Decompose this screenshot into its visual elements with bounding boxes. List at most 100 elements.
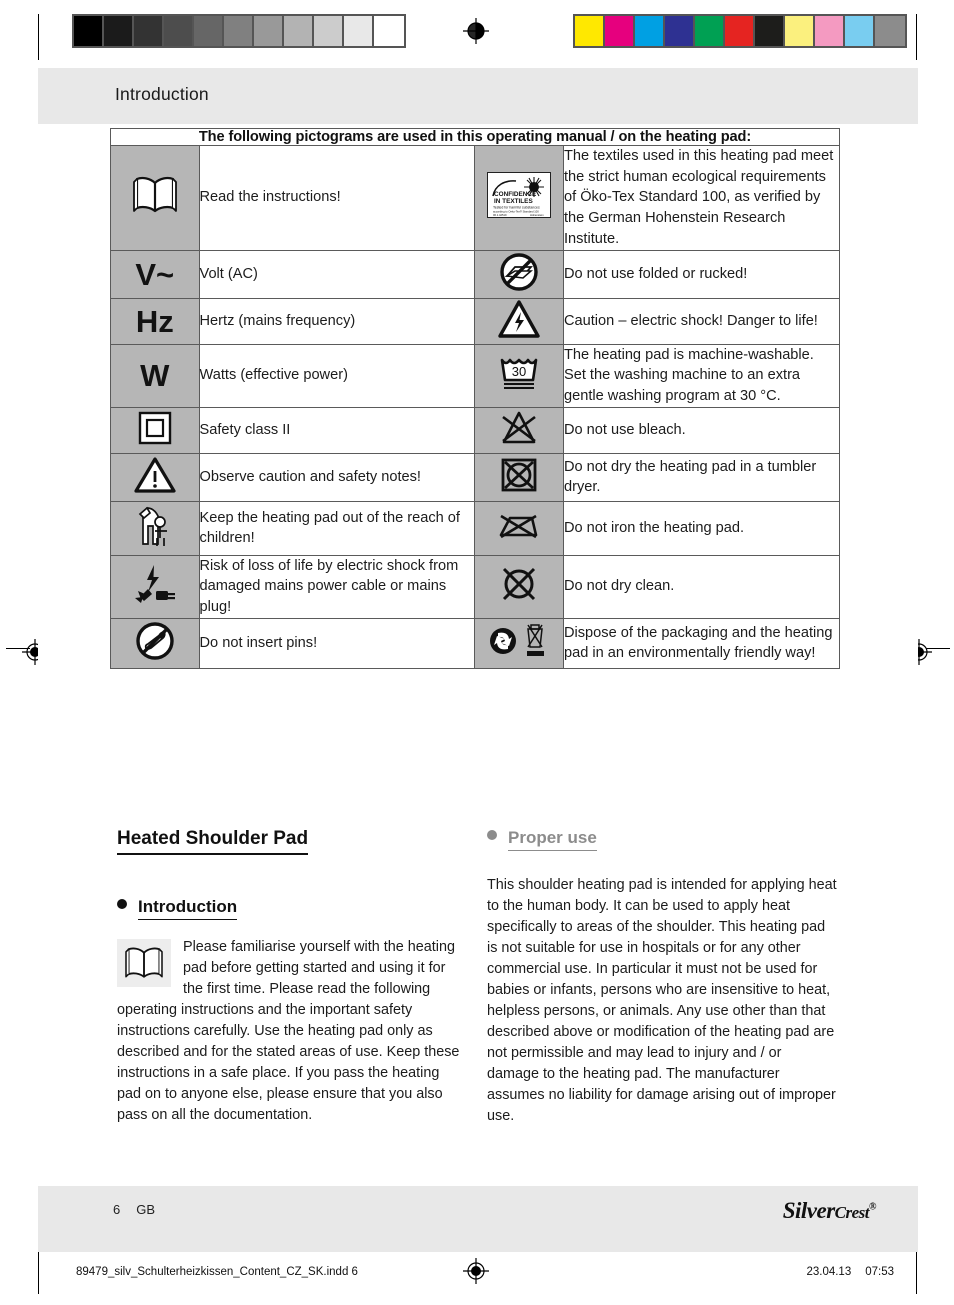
calibration-swatch-8 [815,16,845,46]
pictogram-text: Keep the heating pad out of the reach of… [198,500,476,556]
calibration-swatch-10 [374,16,404,46]
table-row: Risk of loss of life by electric shock f… [110,554,841,619]
hertz-symbol: Hz [110,297,200,345]
print-timestamp: 23.04.13 07:53 [792,1266,894,1278]
calibration-swatch-0 [74,16,104,46]
green-dot-and-weee-bin-icon [474,617,564,669]
pictogram-text: Watts (effective power) [198,343,476,408]
svg-text:CONFIDENCE: CONFIDENCE [494,191,537,198]
pictogram-text: Do not insert pins! [198,617,476,669]
pictogram-text: The textiles used in this heating pad me… [562,145,841,251]
print-time-value: 07:53 [865,1266,894,1278]
open-book-icon [110,145,200,251]
pictogram-text: Do not use bleach. [562,406,841,454]
pictogram-table: The following pictograms are used in thi… [110,128,841,669]
pictogram-text: Do not dry the heating pad in a tumbler … [562,452,841,502]
registration-mark-top [463,18,489,44]
pictogram-table-caption: The following pictograms are used in thi… [110,128,840,146]
introduction-heading-row: Introduction [117,897,467,920]
pictogram-text: Observe caution and safety notes! [198,452,476,502]
calibration-swatch-8 [314,16,344,46]
proper-use-body-text: This shoulder heating pad is intended fo… [487,877,837,1125]
right-text-column: Proper use This shoulder heating pad is … [487,828,837,1127]
watts-symbol-text: W [140,358,170,394]
calibration-swatch-2 [635,16,665,46]
table-row: Observe caution and safety notes! Do not… [110,452,841,502]
calibration-swatch-1 [104,16,134,46]
electric-shock-warning-icon [474,297,564,345]
table-row: Keep the heating pad out of the reach of… [110,500,841,556]
watts-symbol: W [110,343,200,408]
registration-mark-bottom [463,1258,489,1284]
calibration-swatch-2 [134,16,164,46]
trim-mark-bottom-right [916,1248,917,1294]
introduction-heading: Introduction [138,897,238,920]
pictogram-text: Do not use folded or rucked! [562,249,841,299]
print-date-value: 23.04.13 [806,1266,852,1278]
do-not-use-folded-icon [474,249,564,299]
introduction-body-wrapper: Please familiarise yourself with the hea… [117,937,467,1126]
trim-mark-top-right [916,14,917,60]
table-row: Hz Hertz (mains frequency) Caution – ele… [110,297,841,345]
footer-page-info: 6 GB [113,1202,155,1217]
pictogram-text: Caution – electric shock! Danger to life… [562,297,841,345]
trim-mark-mid-left [6,648,30,649]
pictogram-text: Volt (AC) [198,249,476,299]
wash-temperature-label: 30 [512,364,526,379]
do-not-iron-icon [474,500,564,556]
calibration-swatch-9 [344,16,374,46]
pictogram-text: Hertz (mains frequency) [198,297,476,345]
table-row: Do not insert pins! Dispose of the packa… [110,617,841,669]
logo-part-silver: Silver [782,1198,835,1223]
machine-wash-30-gentle-icon: 30 [474,343,564,408]
pictogram-text: Risk of loss of life by electric shock f… [198,554,476,619]
volt-ac-symbol-text: V~ [135,256,175,292]
logo-part-crest: Crest [834,1203,870,1222]
do-not-dry-clean-icon [474,554,564,619]
svg-text:06.1.42519: 06.1.42519 [493,213,507,217]
left-text-column: Heated Shoulder Pad Introduction Please … [117,828,467,1126]
calibration-swatch-7 [284,16,314,46]
volt-ac-symbol: V~ [110,249,200,299]
calibration-swatch-3 [164,16,194,46]
table-row: W Watts (effective power) 30 The heating… [110,343,841,408]
calibration-swatch-9 [845,16,875,46]
do-not-insert-pins-icon [110,617,200,669]
grayscale-calibration-strip [72,14,406,48]
trim-mark-mid-right [926,648,950,649]
bullet-icon [487,830,497,840]
warning-triangle-icon [110,452,200,502]
product-title: Heated Shoulder Pad [117,828,309,855]
calibration-swatch-6 [254,16,284,46]
pictogram-text: Safety class II [198,406,476,454]
page-number: 6 [113,1202,121,1217]
keep-away-from-children-icon [110,500,200,556]
calibration-swatch-5 [224,16,254,46]
table-caption-row: The following pictograms are used in thi… [110,128,840,146]
svg-text:Tested for harmful substances: Tested for harmful substances [493,206,540,210]
svg-text:IN TEXTILES: IN TEXTILES [494,198,533,205]
hertz-symbol-text: Hz [135,303,174,339]
calibration-swatch-0 [575,16,605,46]
locale-code: GB [136,1202,156,1217]
calibration-swatch-4 [695,16,725,46]
silvercrest-logo: SilverCrest® [782,1198,877,1224]
calibration-swatch-1 [605,16,635,46]
damaged-cable-shock-hazard-icon [110,554,200,619]
pictogram-text: Read the instructions! [198,145,476,251]
table-row: V~ Volt (AC) Do not use folded or rucked… [110,249,841,299]
pictogram-text: Do not dry clean. [562,554,841,619]
pictogram-text: Dispose of the packaging and the heating… [562,617,841,669]
calibration-swatch-7 [785,16,815,46]
proper-use-heading-row: Proper use [487,828,837,851]
pictogram-text: Do not iron the heating pad. [562,500,841,556]
oeko-tex-confidence-in-textiles-label: CONFIDENCE IN TEXTILES Tested for harmfu… [474,145,564,251]
calibration-swatch-4 [194,16,224,46]
do-not-tumble-dry-icon [474,452,564,502]
print-filename: 89479_silv_Schulterheizkissen_Content_CZ… [76,1266,358,1278]
logo-registered-mark: ® [869,1201,876,1213]
safety-class-2-icon [110,406,200,454]
calibration-swatch-6 [755,16,785,46]
trim-mark-bottom-left [38,1248,39,1294]
open-book-icon [117,939,171,987]
